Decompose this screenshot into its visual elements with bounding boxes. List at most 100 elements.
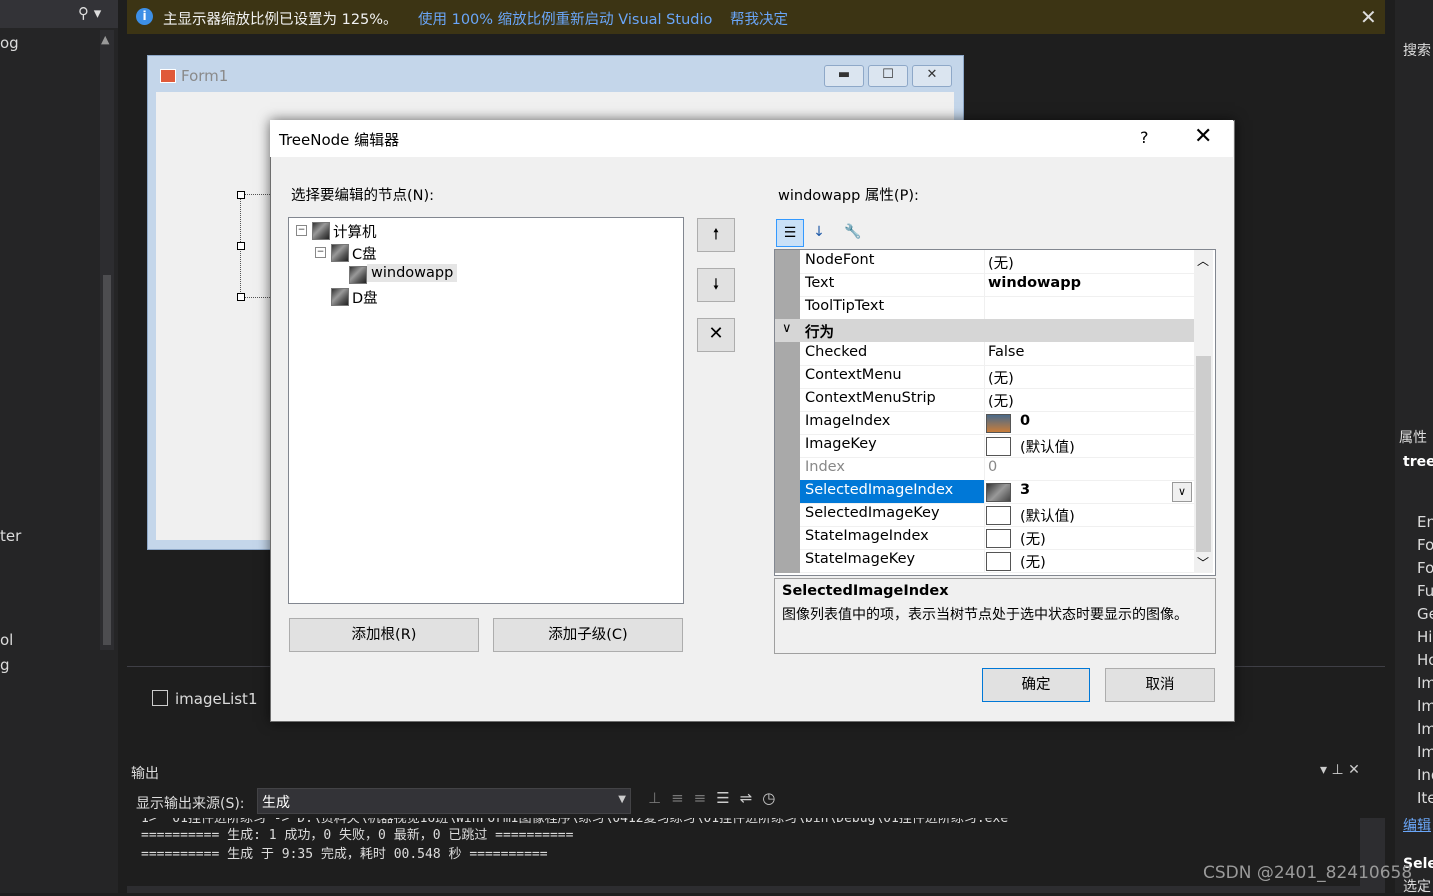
move-up-button[interactable]: 🠕 [697, 218, 735, 252]
edit-items-link[interactable]: 编辑 [1403, 815, 1431, 835]
prop-name: ImageIndex [805, 413, 891, 429]
scroll-down-icon[interactable]: ﹀ [1197, 554, 1209, 571]
prop-value[interactable]: (无) [1020, 528, 1046, 549]
search-box[interactable]: ⚲ ▾ [0, 0, 118, 28]
left-scrollbar-thumb[interactable] [103, 275, 111, 645]
prop-value[interactable]: 3 [1020, 482, 1030, 498]
node-image-icon [331, 244, 349, 262]
prop-row[interactable]: Checked False [800, 342, 1194, 366]
prop-value[interactable]: (无) [988, 367, 1014, 388]
left-item[interactable]: og [0, 34, 19, 52]
resize-handle[interactable] [237, 293, 245, 301]
ok-button[interactable]: 确定 [982, 668, 1090, 702]
prop-value[interactable]: windowapp [988, 275, 1081, 291]
alphabetical-icon[interactable]: ↓ [806, 219, 832, 245]
search-icon[interactable]: ⚲ ▾ [78, 4, 101, 22]
prev-message-icon[interactable]: ≡ [671, 789, 694, 807]
property-pages-icon[interactable]: 🔧 [840, 219, 866, 245]
clear-all-icon[interactable]: ☰ [716, 789, 739, 807]
object-selector[interactable]: tree [1403, 454, 1433, 470]
tree-node-windowapp[interactable]: windowapp [367, 264, 458, 282]
prop-row[interactable]: StateImageKey (无) [800, 549, 1194, 573]
property-grid-scroll-thumb[interactable] [1196, 356, 1211, 552]
dialog-close-button[interactable]: ✕ [1194, 124, 1212, 149]
prop-row[interactable]: NodeFont (无) [800, 250, 1194, 274]
prop-item[interactable]: Ge [1417, 605, 1433, 623]
help-button[interactable]: ? [1140, 128, 1149, 147]
collapse-icon[interactable]: − [296, 225, 307, 236]
prop-row[interactable]: Index 0 [800, 457, 1194, 481]
maximize-button[interactable]: ☐ [868, 65, 908, 87]
prop-value[interactable]: (默认值) [1020, 436, 1075, 457]
dialog-titlebar[interactable] [270, 120, 1233, 157]
clock-icon[interactable]: ◷ [762, 789, 785, 807]
prop-value[interactable]: (无) [988, 390, 1014, 411]
prop-row[interactable]: ContextMenu (无) [800, 365, 1194, 389]
add-root-button[interactable]: 添加根(R) [289, 618, 479, 652]
close-icon[interactable]: ✕ [1360, 5, 1377, 29]
word-wrap-icon[interactable]: ⇌ [740, 789, 763, 807]
resize-handle[interactable] [237, 191, 245, 199]
prop-row[interactable]: ImageIndex 0 [800, 411, 1194, 435]
prop-item[interactable]: Im [1417, 720, 1433, 738]
left-item[interactable]: g [0, 656, 10, 674]
node-image-icon [312, 222, 330, 240]
prop-value[interactable]: (无) [988, 252, 1014, 273]
tree-node-computer[interactable]: 计算机 [333, 221, 377, 242]
prop-value[interactable]: 0 [1020, 413, 1030, 429]
watermark: CSDN @2401_82410658 [1203, 863, 1413, 883]
left-item[interactable]: ol [0, 631, 13, 649]
next-message-icon[interactable]: ≡ [694, 789, 717, 807]
prop-name: ContextMenu [805, 367, 902, 383]
node-tree[interactable] [288, 217, 684, 604]
add-child-button[interactable]: 添加子级(C) [493, 618, 683, 652]
prop-row-selected[interactable]: SelectedImageIndex 3 ∨ [800, 480, 1194, 504]
prop-item[interactable]: Hi [1417, 628, 1432, 646]
chevron-down-icon[interactable]: ∨ [782, 321, 792, 336]
output-source-select[interactable]: 生成 ▼ [257, 788, 631, 814]
prop-row[interactable]: ImageKey (默认值) [800, 434, 1194, 458]
left-item[interactable]: ter [0, 527, 21, 545]
tree-node-d-drive[interactable]: D盘 [352, 287, 378, 308]
output-hscrollbar[interactable] [127, 886, 1360, 893]
prop-item[interactable]: Fu [1417, 582, 1433, 600]
prop-row[interactable]: ToolTipText [800, 296, 1194, 320]
find-message-icon[interactable]: ⊥ [648, 789, 671, 807]
prop-row[interactable]: SelectedImageKey (默认值) [800, 503, 1194, 527]
move-down-button[interactable]: 🠗 [697, 268, 735, 302]
collapse-icon[interactable]: − [315, 247, 326, 258]
output-window-controls[interactable]: ▾ ⊥ ✕ [1320, 762, 1360, 778]
categorized-icon[interactable]: ☰ [776, 219, 804, 247]
scroll-up-icon[interactable]: ▲ [101, 33, 109, 46]
resize-handle[interactable] [237, 242, 245, 250]
minimize-button[interactable]: ▬ [824, 65, 864, 87]
prop-item[interactable]: Im [1417, 743, 1433, 761]
prop-item[interactable]: Ind [1417, 766, 1433, 784]
tree-node-c-drive[interactable]: C盘 [352, 243, 377, 264]
prop-item[interactable]: Ite [1417, 789, 1433, 807]
prop-value[interactable]: (默认值) [1020, 505, 1075, 526]
description-title: SelectedImageIndex [782, 583, 949, 599]
prop-item[interactable]: Im [1417, 697, 1433, 715]
restart-link[interactable]: 使用 100% 缩放比例重新启动 Visual Studio [418, 8, 712, 29]
prop-row[interactable]: Text windowapp [800, 273, 1194, 297]
prop-item[interactable]: Fo [1417, 536, 1433, 554]
cancel-button[interactable]: 取消 [1105, 668, 1215, 702]
prop-item[interactable]: En [1417, 513, 1433, 531]
close-button[interactable]: ✕ [912, 65, 952, 87]
prop-row[interactable]: ContextMenuStrip (无) [800, 388, 1194, 412]
prop-value[interactable]: False [988, 344, 1024, 360]
dropdown-button[interactable]: ∨ [1172, 482, 1192, 502]
prop-item[interactable]: Fo [1417, 559, 1433, 577]
delete-button[interactable]: ✕ [697, 318, 735, 352]
prop-item[interactable]: Ho [1417, 651, 1433, 669]
help-decide-link[interactable]: 帮我决定 [730, 8, 788, 29]
prop-value[interactable]: (无) [1020, 551, 1046, 572]
prop-item[interactable]: Im [1417, 674, 1433, 692]
imagelist-component[interactable]: imageList1 [175, 690, 258, 708]
category-behavior[interactable]: ∨ 行为 [775, 319, 1194, 342]
right-search-label[interactable]: 搜索 [1403, 40, 1431, 60]
prop-row[interactable]: StateImageIndex (无) [800, 526, 1194, 550]
properties-title: 属性 [1399, 430, 1427, 446]
scroll-up-icon[interactable]: ︿ [1197, 252, 1209, 269]
